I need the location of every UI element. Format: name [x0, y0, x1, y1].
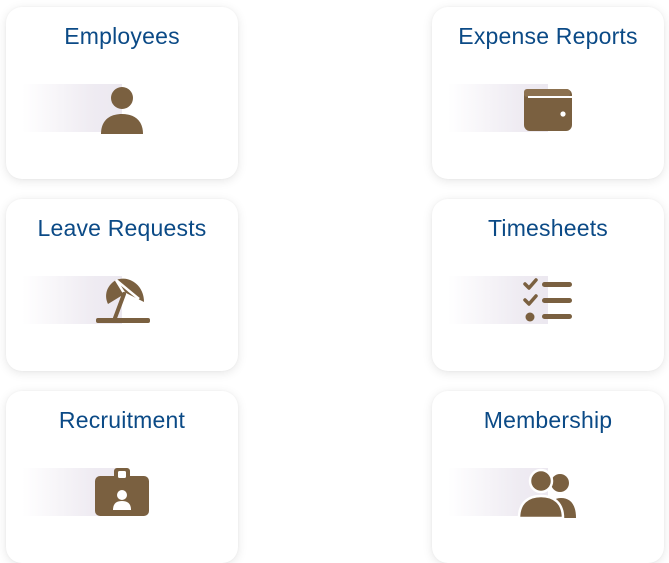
id-badge-icon [94, 468, 150, 518]
card-timesheets[interactable]: Timesheets [432, 199, 664, 371]
checklist-icon [520, 276, 576, 326]
users-icon [517, 468, 576, 518]
beach-umbrella-icon [94, 276, 150, 326]
card-title: Leave Requests [37, 215, 207, 241]
card-title: Timesheets [487, 215, 609, 241]
card-expense-reports[interactable]: Expense Reports [432, 7, 664, 179]
card-leave-requests[interactable]: Leave Requests [6, 199, 238, 371]
card-membership[interactable]: Membership [432, 391, 664, 563]
card-title: Employees [64, 23, 180, 49]
card-title: Expense Reports [458, 23, 638, 49]
person-icon [94, 84, 150, 134]
card-employees[interactable]: Employees [6, 7, 238, 179]
card-recruitment[interactable]: Recruitment [6, 391, 238, 563]
card-title: Membership [483, 407, 613, 433]
dashboard-grid: Employees Expense Reports Leave Requests [0, 0, 669, 563]
card-title: Recruitment [58, 407, 186, 433]
wallet-icon [520, 84, 576, 134]
